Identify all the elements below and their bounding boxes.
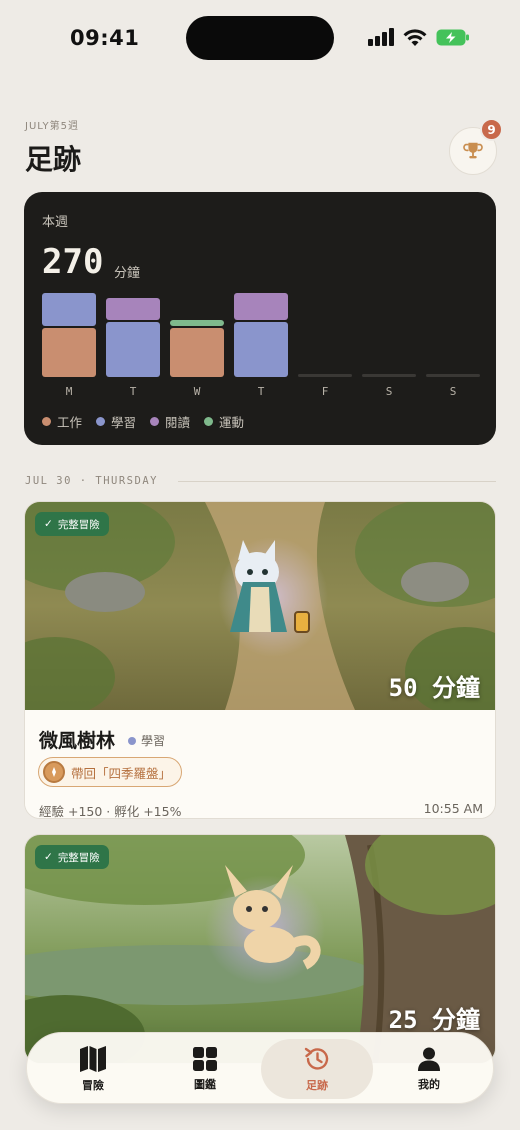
tab-footprints[interactable]: 足跡	[261, 1039, 373, 1099]
adventure-name: 微風樹林	[39, 730, 116, 752]
legend-dot	[42, 417, 51, 426]
adventure-minutes: 25 分鐘	[388, 1006, 480, 1034]
grid-icon	[193, 1047, 217, 1071]
compass-icon	[43, 761, 65, 783]
reward-chip[interactable]: 帶回「四季羅盤」	[38, 757, 183, 787]
category-label: 學習	[141, 734, 166, 748]
trophy-icon	[463, 142, 483, 159]
tab-adventure[interactable]: 冒險	[37, 1039, 149, 1099]
wifi-icon	[403, 29, 427, 46]
person-icon	[418, 1047, 440, 1071]
tab-bar: 冒險 圖鑑 足跡 我的	[26, 1032, 494, 1104]
trophy-badge: 9	[480, 118, 503, 141]
tab-label: 足跡	[306, 1079, 328, 1092]
divider-line	[178, 481, 496, 482]
legend-item-reading: 閱讀	[150, 412, 190, 431]
bar-segment	[106, 322, 160, 377]
tab-label: 冒險	[82, 1079, 104, 1092]
check-icon: ✓	[44, 518, 53, 530]
history-icon	[304, 1047, 329, 1070]
bar-segment	[42, 292, 96, 326]
check-icon: ✓	[44, 851, 53, 863]
day-label: F	[321, 385, 329, 398]
bar-segment	[234, 292, 288, 320]
status-pill: ✓ 完整冒險	[35, 845, 109, 869]
empty-bar	[426, 374, 480, 377]
week-label: JULY第5週	[25, 121, 79, 132]
day-label: M	[65, 385, 73, 398]
cellular-signal-icon	[368, 28, 396, 46]
category-dot	[128, 736, 136, 745]
legend-item-work: 工作	[42, 412, 82, 431]
day-label: S	[385, 385, 393, 398]
page-title: 足跡	[25, 143, 82, 176]
empty-bar	[362, 374, 416, 377]
status-label: 完整冒險	[57, 851, 100, 864]
empty-bar	[298, 374, 352, 377]
tab-label: 我的	[418, 1078, 440, 1091]
legend-label: 學習	[111, 415, 137, 430]
date-divider: JUL 30 · THURSDAY	[25, 475, 158, 487]
adventure-stats: 經驗 +150 · 孵化 +15%	[39, 804, 182, 819]
weekly-bar-chart: MTWTFSS	[24, 192, 496, 445]
legend-dot	[204, 417, 214, 426]
bar-segment	[234, 322, 288, 377]
status-time: 09:41	[70, 26, 140, 50]
dynamic-island	[186, 16, 334, 60]
day-label: S	[449, 385, 457, 398]
map-icon	[80, 1046, 106, 1072]
chart-legend: 工作 學習 閱讀 運動	[42, 412, 244, 431]
legend-label: 工作	[57, 415, 83, 430]
day-label: W	[193, 385, 201, 398]
legend-item-study: 學習	[96, 412, 136, 431]
legend-label: 運動	[219, 415, 245, 430]
battery-charging-icon	[436, 29, 469, 46]
tab-label: 圖鑑	[194, 1078, 216, 1091]
adventure-card[interactable]: ✓ 完整冒險 50 分鐘 微風樹林 學習 帶回「四季羅盤」 經驗 +150 · …	[24, 501, 496, 819]
weekly-summary-card: 本週 270 分鐘 MTWTFSS 工作 學習 閱讀 運動	[24, 192, 496, 445]
legend-item-exercise: 運動	[204, 412, 244, 431]
adventure-time: 10:55 AM	[423, 801, 483, 816]
bar-segment	[170, 327, 224, 377]
day-label: T	[129, 385, 137, 398]
tab-collection[interactable]: 圖鑑	[149, 1039, 261, 1099]
legend-dot	[150, 417, 160, 426]
status-label: 完整冒險	[57, 518, 100, 531]
bar-segment	[170, 320, 224, 326]
adventure-minutes: 50 分鐘	[388, 674, 480, 702]
bar-segment	[106, 298, 160, 320]
legend-label: 閱讀	[165, 415, 191, 430]
day-label: T	[257, 385, 265, 398]
adventure-category: 學習	[128, 732, 165, 749]
status-pill: ✓ 完整冒險	[35, 512, 109, 536]
bar-segment	[42, 327, 96, 377]
adventure-info: 微風樹林 學習 帶回「四季羅盤」 經驗 +150 · 孵化 +15% 10:55…	[25, 710, 495, 819]
tab-profile[interactable]: 我的	[373, 1039, 485, 1099]
adventure-card[interactable]: ✓ 完整冒險 25 分鐘	[24, 834, 496, 1064]
status-bar: 09:41	[0, 0, 520, 76]
reward-label: 帶回「四季羅盤」	[71, 765, 172, 781]
legend-dot	[96, 417, 106, 426]
